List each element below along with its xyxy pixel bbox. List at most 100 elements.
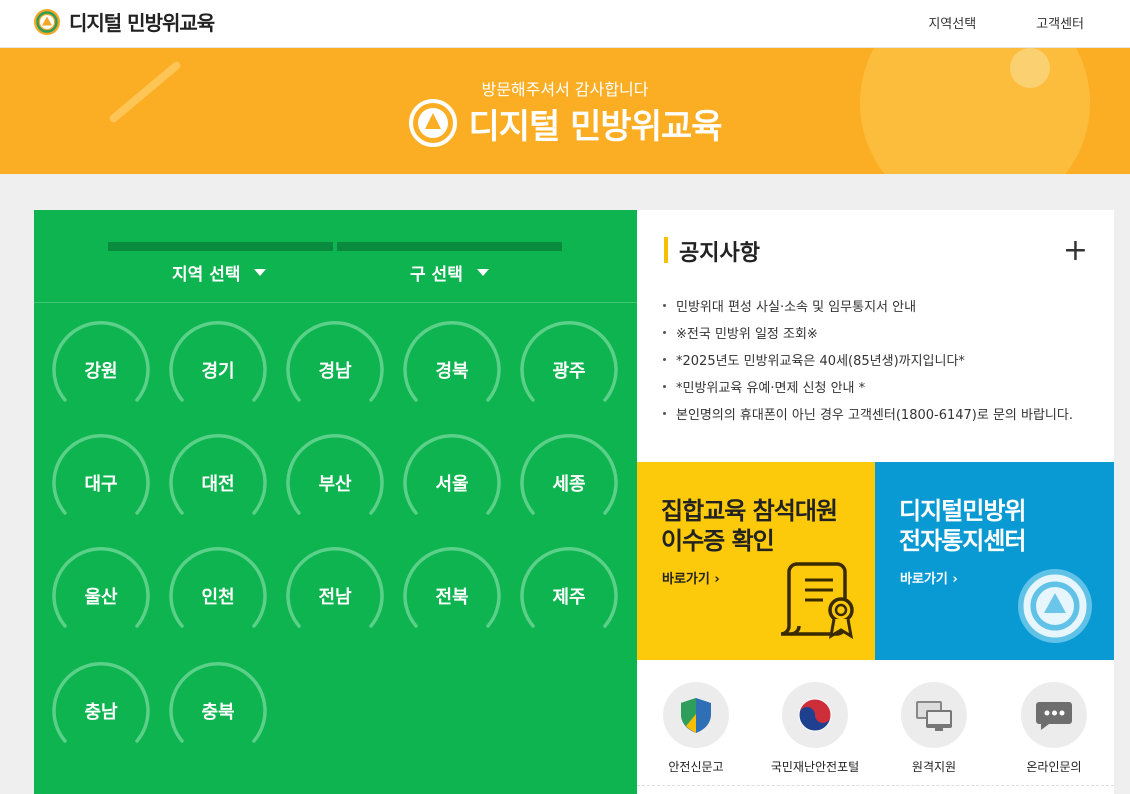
notice-accent-bar: [664, 237, 668, 263]
quick-link-label: 안전신문고: [668, 760, 724, 774]
region-button[interactable]: 경북: [402, 320, 502, 420]
region-button[interactable]: 충북: [168, 661, 268, 761]
quick-link-safety-report[interactable]: 안전신문고: [636, 682, 756, 775]
monitor-icon: [916, 701, 952, 731]
region-button[interactable]: 전남: [285, 546, 385, 646]
quick-links: 안전신문고 국민재난안전포털 원격지원 온라인문의: [637, 660, 1114, 794]
region-label: 대구: [84, 474, 118, 495]
region-label: 대전: [201, 474, 235, 495]
nav-region-select[interactable]: 지역선택: [928, 13, 976, 32]
taegeuk-icon: [798, 698, 832, 732]
region-button[interactable]: 강원: [51, 320, 151, 420]
district-select-label: 구 선택: [410, 265, 463, 285]
notice-item-text: 본인명의의 휴대폰이 아닌 경우 고객센터(1800-6147)로 문의 바랍니…: [676, 408, 1073, 423]
notification-tile-link[interactable]: 바로가기 ›: [900, 568, 958, 587]
region-button[interactable]: 충남: [51, 661, 151, 761]
notification-tile-line2: 전자통지센터: [899, 527, 1026, 555]
bullet-icon: [663, 358, 666, 361]
logo-text: 디지털 민방위교육: [69, 11, 215, 35]
chat-bubble-icon: [1036, 702, 1072, 730]
region-label: 전북: [435, 587, 469, 608]
district-select-bar: [337, 242, 562, 251]
chevron-right-icon: ›: [952, 572, 958, 587]
quick-link-label: 원격지원: [911, 760, 957, 774]
quick-link-remote-support[interactable]: 원격지원: [874, 682, 994, 775]
region-label: 충남: [84, 702, 118, 723]
bullet-icon: [663, 385, 666, 388]
region-label: 제주: [552, 587, 586, 608]
top-header: 디지털 민방위교육 지역선택 고객센터: [0, 0, 1130, 48]
region-button[interactable]: 대구: [51, 433, 151, 533]
region-button[interactable]: 전북: [402, 546, 502, 646]
region-label: 충북: [201, 702, 235, 723]
region-label: 경남: [318, 361, 352, 382]
notification-tile[interactable]: 디지털민방위 전자통지센터 바로가기 ›: [875, 462, 1114, 660]
region-select-bar: [108, 242, 333, 251]
quick-link-label: 국민재난안전포털: [770, 760, 860, 774]
region-label: 서울: [435, 474, 469, 495]
notice-title: 공지사항: [679, 241, 760, 266]
caret-down-icon: [254, 269, 267, 276]
banner-title-text: 디지털 민방위교육: [468, 106, 722, 147]
notification-tile-title: 디지털민방위 전자통지센터: [899, 496, 1026, 556]
notification-link-text: 바로가기: [900, 572, 948, 587]
region-label: 울산: [84, 587, 118, 608]
quick-link-circle: [782, 682, 848, 748]
quick-link-circle: [1021, 682, 1087, 748]
certificate-tile-title: 집합교육 참석대원 이수증 확인: [661, 496, 838, 556]
region-select-label: 지역 선택: [172, 265, 241, 285]
shield-icon: [681, 698, 711, 733]
quick-link-disaster-portal[interactable]: 국민재난안전포털: [755, 682, 875, 775]
banner-subtitle: 방문해주셔서 감사합니다: [481, 80, 649, 99]
region-button[interactable]: 광주: [519, 320, 619, 420]
region-button[interactable]: 경기: [168, 320, 268, 420]
banner-title: 디지털 민방위교육: [0, 98, 1130, 148]
certificate-tile-line2: 이수증 확인: [661, 527, 775, 555]
certificate-tile[interactable]: 집합교육 참석대원 이수증 확인 바로가기 ›: [637, 462, 875, 660]
region-button[interactable]: 부산: [285, 433, 385, 533]
site-logo[interactable]: 디지털 민방위교육: [33, 7, 215, 36]
notice-list: 민방위대 편성 사실·소속 및 임무통지서 안내 ※전국 민방위 일정 조회※ …: [663, 292, 1073, 427]
bullet-icon: [663, 304, 666, 307]
divider: [637, 785, 1114, 786]
region-label: 강원: [84, 361, 118, 382]
region-button[interactable]: 경남: [285, 320, 385, 420]
notice-more-button[interactable]: +: [1063, 236, 1088, 266]
notice-box: 공지사항 + 민방위대 편성 사실·소속 및 임무통지서 안내 ※전국 민방위 …: [637, 210, 1114, 462]
civil-defense-emblem-icon: [1018, 569, 1092, 643]
region-label: 광주: [552, 361, 586, 382]
divider: [34, 302, 637, 303]
nav-customer-center[interactable]: 고객센터: [1036, 13, 1084, 32]
region-button[interactable]: 서울: [402, 433, 502, 533]
certificate-icon: [780, 562, 854, 639]
region-label: 인천: [201, 587, 235, 608]
notice-item[interactable]: ※전국 민방위 일정 조회※: [663, 319, 1073, 346]
civil-defense-logo-icon: [409, 99, 458, 147]
certificate-link-text: 바로가기: [662, 572, 710, 587]
region-label: 세종: [552, 474, 586, 495]
chevron-right-icon: ›: [714, 572, 720, 587]
certificate-tile-link[interactable]: 바로가기 ›: [662, 568, 720, 587]
region-label: 경북: [435, 361, 469, 382]
civil-defense-logo-icon: [34, 8, 60, 35]
region-button[interactable]: 제주: [519, 546, 619, 646]
district-select-dropdown[interactable]: 구 선택: [410, 260, 489, 285]
region-label: 부산: [318, 474, 352, 495]
region-button[interactable]: 인천: [168, 546, 268, 646]
notification-tile-line1: 디지털민방위: [899, 497, 1026, 525]
notice-item-text: *2025년도 민방위교육은 40세(85년생)까지입니다*: [676, 354, 965, 369]
hero-banner: 방문해주셔서 감사합니다 디지털 민방위교육: [0, 48, 1130, 174]
notice-item[interactable]: 민방위대 편성 사실·소속 및 임무통지서 안내: [663, 292, 1073, 319]
region-select-dropdown[interactable]: 지역 선택: [172, 260, 267, 285]
notice-item[interactable]: *2025년도 민방위교육은 40세(85년생)까지입니다*: [663, 346, 1073, 373]
notice-item[interactable]: 본인명의의 휴대폰이 아닌 경우 고객센터(1800-6147)로 문의 바랍니…: [663, 400, 1073, 427]
region-button[interactable]: 세종: [519, 433, 619, 533]
bullet-icon: [663, 412, 666, 415]
region-button[interactable]: 울산: [51, 546, 151, 646]
region-button[interactable]: 대전: [168, 433, 268, 533]
notice-item[interactable]: *민방위교육 유예·면제 신청 안내 *: [663, 373, 1073, 400]
bullet-icon: [663, 331, 666, 334]
region-label: 경기: [201, 361, 235, 382]
quick-link-online-inquiry[interactable]: 온라인문의: [994, 682, 1114, 775]
region-panel: 지역 선택 구 선택 강원 경기 경남 경북 광주대구 대전 부산 서울 세종울산 인천 전남 전북 제…: [34, 210, 637, 794]
